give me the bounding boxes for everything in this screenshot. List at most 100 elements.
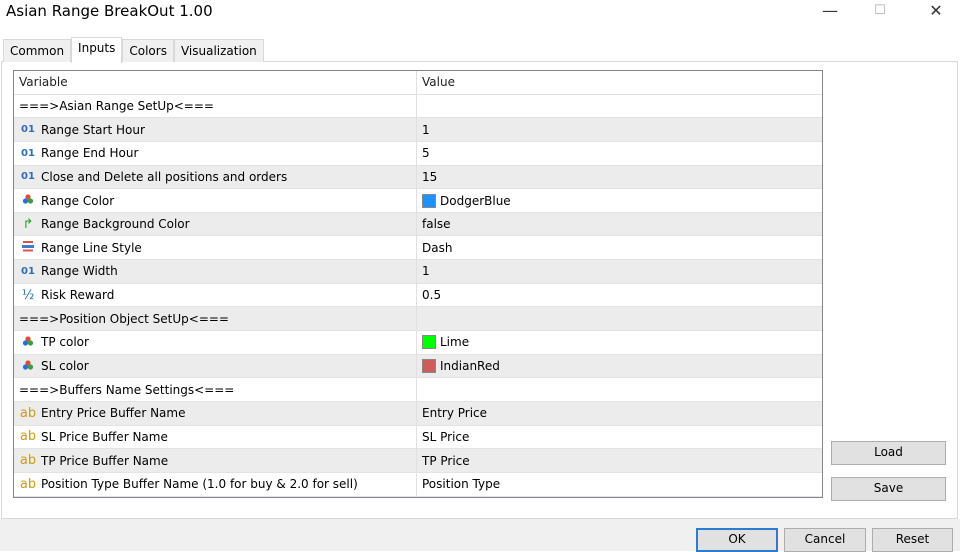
table-row[interactable]: SL color IndianRed (14, 354, 822, 379)
string-icon: ab (19, 476, 37, 492)
value-cell[interactable]: 0.5 (417, 284, 822, 307)
window-title: Asian Range BreakOut 1.00 (6, 2, 213, 20)
variable-cell: 01 Range Width (14, 260, 417, 283)
table-row[interactable]: ab SL Price Buffer Name SL Price (14, 425, 822, 450)
string-icon: ab (19, 453, 37, 469)
variable-cell: 01 Close and Delete all positions and ord… (14, 165, 417, 189)
value-cell[interactable] (417, 378, 822, 401)
variable-cell: ===>Buffers Name Settings<=== (14, 378, 417, 401)
variable-cell: 01 Range End Hour (14, 141, 417, 165)
value-text: 0.5 (422, 288, 442, 303)
integer-icon: 01 (21, 265, 35, 277)
table-row[interactable]: 01 Range End Hour 5 (14, 141, 822, 166)
variable-cell: ab Position Type Buffer Name (1.0 for buy… (14, 472, 417, 496)
value-text: Lime (440, 335, 470, 350)
save-button[interactable]: Save (831, 477, 946, 501)
color-palette-icon (19, 359, 37, 374)
inputs-grid: Variable Value ===>Asian Range SetUp<===… (13, 70, 823, 498)
variable-label: Range Color (41, 193, 115, 208)
value-cell[interactable]: 1 (417, 260, 822, 283)
variable-cell: ↱ Range Background Color (14, 212, 417, 236)
table-row[interactable]: 01 Range Width 1 (14, 260, 822, 284)
value-cell[interactable]: Position Type (417, 473, 822, 496)
value-text: false (422, 217, 451, 232)
value-text: 1 (422, 264, 430, 279)
variable-label: SL color (41, 359, 89, 373)
variable-label: Range Width (41, 264, 118, 279)
group-row[interactable]: ===>Asian Range SetUp<=== (14, 94, 822, 119)
ok-button[interactable]: OK (696, 528, 778, 552)
value-cell[interactable]: Lime (417, 331, 822, 354)
variable-label: Position Type Buffer Name (1.0 for buy &… (41, 477, 358, 492)
variable-label: Range Start Hour (41, 122, 145, 137)
color-palette-icon (19, 335, 37, 350)
minimize-button[interactable]: — (815, 0, 845, 22)
variable-label: Close and Delete all positions and order… (41, 169, 288, 184)
string-icon: ab (19, 405, 37, 421)
variable-label: TP Price Buffer Name (41, 453, 169, 468)
value-text: SL Price (422, 429, 470, 444)
value-cell[interactable]: IndianRed (417, 355, 822, 378)
variable-cell: Range Line Style (14, 236, 417, 260)
color-swatch (422, 335, 436, 350)
value-text: IndianRed (440, 359, 500, 373)
variable-label: Range Background Color (41, 217, 190, 232)
tab-inputs[interactable]: Inputs (71, 37, 123, 63)
table-row[interactable]: ↱ Range Background Color false (14, 212, 822, 237)
table-row[interactable]: TP color Lime (14, 331, 822, 355)
tab-colors[interactable]: Colors (122, 39, 174, 62)
value-cell[interactable] (417, 95, 822, 118)
table-row[interactable]: Range Color DodgerBlue (14, 189, 822, 213)
table-row[interactable]: ab TP Price Buffer Name TP Price (14, 449, 822, 473)
variable-cell: Range Color (14, 189, 417, 212)
integer-icon: 01 (21, 124, 35, 136)
table-row[interactable]: ab Position Type Buffer Name (1.0 for buy… (14, 472, 822, 497)
table-row[interactable]: ½ Risk Reward 0.5 (14, 283, 822, 308)
table-row[interactable]: 01 Range Start Hour 1 (14, 118, 822, 142)
color-swatch (422, 359, 436, 373)
grid-header: Variable Value (14, 71, 822, 95)
close-button[interactable]: ✕ (921, 0, 951, 22)
table-row[interactable]: 01 Close and Delete all positions and ord… (14, 165, 822, 190)
variable-label: Range End Hour (41, 146, 139, 161)
value-cell[interactable]: 5 (417, 142, 822, 165)
value-cell[interactable]: 1 (417, 118, 822, 141)
variable-label: Entry Price Buffer Name (41, 406, 186, 421)
tab-common[interactable]: Common (3, 39, 72, 62)
value-cell[interactable]: TP Price (417, 449, 822, 472)
column-header-value[interactable]: Value (417, 71, 822, 94)
value-cell[interactable]: 15 (417, 166, 822, 189)
variable-cell: SL color (14, 354, 417, 378)
value-cell[interactable] (417, 307, 822, 330)
cancel-button[interactable]: Cancel (784, 528, 866, 552)
value-cell[interactable]: SL Price (417, 426, 822, 449)
boolean-icon: ↱ (22, 216, 34, 232)
value-cell[interactable]: DodgerBlue (417, 189, 822, 212)
value-cell[interactable]: Dash (417, 236, 822, 259)
variable-label: SL Price Buffer Name (41, 429, 168, 444)
column-header-variable[interactable]: Variable (14, 71, 417, 94)
variable-cell: ab SL Price Buffer Name (14, 425, 417, 449)
integer-icon: 01 (21, 147, 35, 159)
group-row[interactable]: ===>Position Object SetUp<=== (14, 307, 822, 332)
integer-icon: 01 (21, 171, 35, 183)
value-cell[interactable]: false (417, 213, 822, 236)
variable-cell: 01 Range Start Hour (14, 118, 417, 141)
variable-cell: ===>Asian Range SetUp<=== (14, 94, 417, 118)
variable-label: TP color (41, 335, 89, 350)
value-text: 1 (422, 122, 430, 137)
variable-label: ===>Buffers Name Settings<=== (19, 382, 235, 397)
value-cell[interactable]: Entry Price (417, 402, 822, 425)
maximize-button[interactable]: ☐ (865, 0, 895, 22)
variable-cell: ab Entry Price Buffer Name (14, 401, 417, 425)
value-text: Position Type (422, 477, 501, 492)
group-row[interactable]: ===>Buffers Name Settings<=== (14, 378, 822, 402)
value-text: Entry Price (422, 406, 488, 421)
tab-bar: Common Inputs Colors Visualization (3, 37, 264, 63)
reset-button[interactable]: Reset (872, 528, 953, 552)
tab-visualization[interactable]: Visualization (173, 39, 264, 62)
variable-label: Risk Reward (41, 288, 115, 303)
table-row[interactable]: ab Entry Price Buffer Name Entry Price (14, 401, 822, 426)
table-row[interactable]: Range Line Style Dash (14, 236, 822, 261)
load-button[interactable]: Load (831, 441, 946, 465)
